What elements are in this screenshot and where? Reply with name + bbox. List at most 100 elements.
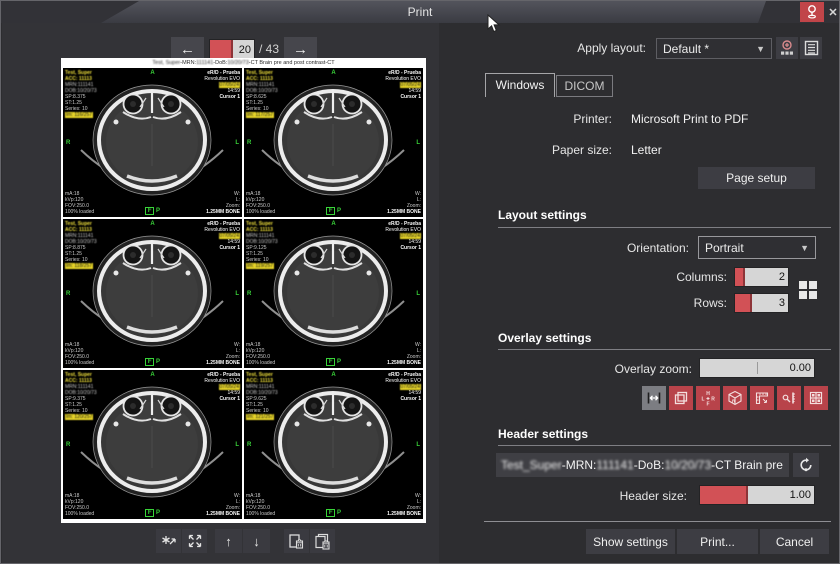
tab-windows[interactable]: Windows bbox=[485, 73, 555, 97]
cancel-button[interactable]: Cancel bbox=[760, 529, 829, 554]
cell-image-number: Im: 119/257 bbox=[246, 263, 274, 269]
header-size-spinner-value: 1.00 bbox=[748, 486, 814, 504]
page-spinner-value: 20 bbox=[233, 40, 254, 59]
toggle-overlay-frames-button[interactable] bbox=[669, 386, 693, 410]
ct-image-cell[interactable]: Test, Super ACC: 11113 MRN:111141 DOB:10… bbox=[244, 219, 423, 368]
ct-image-cell[interactable]: Test, Super ACC: 11113 MRN:111141 DOB:10… bbox=[244, 370, 423, 519]
patient-name: Test, Super bbox=[152, 60, 180, 66]
chevron-down-icon: ▼ bbox=[800, 243, 809, 253]
toggle-overlay-fit-button[interactable] bbox=[642, 386, 666, 410]
orientation-left-label: L bbox=[416, 291, 420, 297]
page-spinner-fill bbox=[210, 40, 233, 59]
cell-date: 07/05/24 bbox=[219, 233, 240, 239]
toggle-orientation-letters-button[interactable]: H L R F bbox=[696, 386, 720, 410]
ct-image-cell[interactable]: Test, Super ACC: 11113 MRN:111141 DOB:10… bbox=[63, 68, 242, 217]
ruler-icon bbox=[754, 390, 770, 406]
cell-date: 07/05/24 bbox=[400, 233, 421, 239]
orientation-posterior-label: FP bbox=[326, 359, 341, 365]
orientation-feet-label: F bbox=[145, 509, 154, 517]
header-mrn-label: -MRN: bbox=[562, 458, 597, 472]
cell-overlay-bottom-right: W: L: Zoom: 1.25MM BONE bbox=[387, 493, 421, 517]
titlebar: Print ✕ bbox=[1, 1, 839, 23]
delete-all-pages-button[interactable] bbox=[310, 529, 335, 553]
ct-image-cell[interactable]: Test, Super ACC: 11113 MRN:111141 DOB:10… bbox=[244, 68, 423, 217]
columns-spinner[interactable]: 2 bbox=[734, 267, 789, 287]
mrn-value: 111141 bbox=[196, 60, 213, 66]
header-size-label: Header size: bbox=[620, 489, 687, 503]
orientation-posterior-letter: P bbox=[337, 510, 341, 516]
ct-image-cell[interactable]: Test, Super ACC: 11113 MRN:111141 DOB:10… bbox=[63, 219, 242, 368]
toggle-grid-overlay-button[interactable] bbox=[804, 386, 828, 410]
cell-overlay-bottom-right: W: L: Zoom: 1.25MM BONE bbox=[387, 342, 421, 366]
overlay-zoom-spinner[interactable]: 0.00 bbox=[699, 358, 815, 378]
orientation-left-label: L bbox=[416, 442, 420, 448]
move-page-up-button[interactable]: ↑ bbox=[215, 529, 242, 553]
reset-header-button[interactable] bbox=[793, 453, 819, 477]
add-layout-icon bbox=[778, 39, 796, 57]
tab-dicom[interactable]: DICOM bbox=[556, 75, 613, 97]
orientation-posterior-label: FP bbox=[145, 510, 160, 516]
print-button[interactable]: Print... bbox=[677, 529, 758, 554]
delete-page-button[interactable] bbox=[284, 529, 309, 553]
orientation-posterior-label: FP bbox=[326, 208, 341, 214]
orientation-feet-label: F bbox=[326, 509, 335, 517]
layout-list-button[interactable] bbox=[800, 37, 822, 59]
orientation-right-label: R bbox=[66, 140, 70, 146]
cell-dob: DOB:10/20/73 bbox=[65, 88, 97, 94]
cell-overlay-top-right: eR/D - Prueba Revolution EVO 07/05/24 14… bbox=[204, 221, 240, 251]
save-layout-button[interactable] bbox=[776, 37, 798, 59]
page-number-spinner[interactable]: 20 bbox=[209, 39, 255, 60]
apply-layout-dropdown[interactable]: Default * ▼ bbox=[656, 38, 772, 59]
cell-overlay-bottom-right: W: L: Zoom: 1.25MM BONE bbox=[206, 342, 240, 366]
show-settings-button[interactable]: Show settings bbox=[586, 529, 675, 554]
header-dob-value: 10/20/73 bbox=[664, 458, 711, 472]
orientation-anterior-label: A bbox=[150, 221, 154, 227]
rows-spinner-fill bbox=[735, 294, 752, 312]
cell-image-number: Im: 118/257 bbox=[65, 263, 93, 269]
refresh-icon bbox=[798, 457, 814, 473]
move-page-down-button[interactable]: ↓ bbox=[243, 529, 270, 553]
cell-overlay-top-left: Test, Super ACC: 11113 MRN:111141 DOB:10… bbox=[246, 372, 278, 420]
header-settings-title: Header settings bbox=[498, 427, 588, 441]
close-button[interactable]: ✕ bbox=[825, 2, 840, 22]
orientation-cube-icon: R bbox=[727, 390, 743, 406]
cell-cursor-label: Cursor 1 bbox=[204, 245, 240, 251]
orientation-feet-label: F bbox=[326, 207, 335, 215]
cell-overlay-top-left: Test, Super ACC: 11113 MRN:111141 DOB:10… bbox=[65, 221, 97, 269]
cell-date: 07/05/24 bbox=[219, 384, 240, 390]
header-text-input[interactable]: Test_Super-MRN:111141-DoB:10/20/73-CT Br… bbox=[496, 453, 789, 477]
layout-settings-divider bbox=[498, 227, 831, 228]
measurements-icon bbox=[781, 390, 797, 406]
orientation-posterior-label: FP bbox=[145, 359, 160, 365]
header-size-spinner-fill bbox=[700, 486, 748, 504]
print-preview-page[interactable]: Test, Super-MRN:111141-DoB:10/20/73-CT B… bbox=[61, 58, 426, 523]
study-description: -CT Brain pre and post contrast-CT bbox=[249, 60, 335, 66]
cell-kernel: 1.25MM BONE bbox=[206, 360, 240, 366]
rows-spinner[interactable]: 3 bbox=[734, 293, 789, 313]
apply-layout-value: Default * bbox=[663, 42, 709, 56]
cell-loaded: 100% loaded bbox=[246, 209, 275, 215]
cell-cursor-label: Cursor 1 bbox=[204, 396, 240, 402]
header-size-spinner[interactable]: 1.00 bbox=[699, 485, 815, 505]
rows-label: Rows: bbox=[694, 296, 727, 310]
cell-overlay-top-right: eR/D - Prueba Revolution EVO 07/05/24 14… bbox=[204, 70, 240, 100]
toggle-ruler-button[interactable] bbox=[750, 386, 774, 410]
actual-size-button[interactable] bbox=[156, 529, 181, 553]
orientation-posterior-label: FP bbox=[326, 510, 341, 516]
ct-image-cell[interactable]: Test, Super ACC: 11113 MRN:111141 DOB:10… bbox=[63, 370, 242, 519]
layout-list-icon bbox=[804, 40, 819, 56]
orientation-posterior-letter: P bbox=[337, 359, 341, 365]
orientation-posterior-letter: P bbox=[337, 208, 341, 214]
orientation-right-label: R bbox=[66, 442, 70, 448]
pin-window-button[interactable] bbox=[800, 2, 824, 22]
orientation-dropdown[interactable]: Portrait ▼ bbox=[698, 236, 816, 259]
cell-overlay-bottom-left: mA:18 kVp:120 FOV:250.0 100% loaded bbox=[65, 191, 94, 215]
grid-layout-button[interactable] bbox=[794, 276, 822, 304]
toggle-orientation-cube-button[interactable]: R bbox=[723, 386, 747, 410]
toggle-measurements-button[interactable] bbox=[777, 386, 801, 410]
cell-loaded: 100% loaded bbox=[246, 511, 275, 517]
cell-cursor-label: Cursor 1 bbox=[385, 245, 421, 251]
page-setup-button[interactable]: Page setup bbox=[698, 167, 815, 189]
fit-to-window-button[interactable] bbox=[182, 529, 207, 553]
grid-layout-icon bbox=[797, 279, 819, 301]
